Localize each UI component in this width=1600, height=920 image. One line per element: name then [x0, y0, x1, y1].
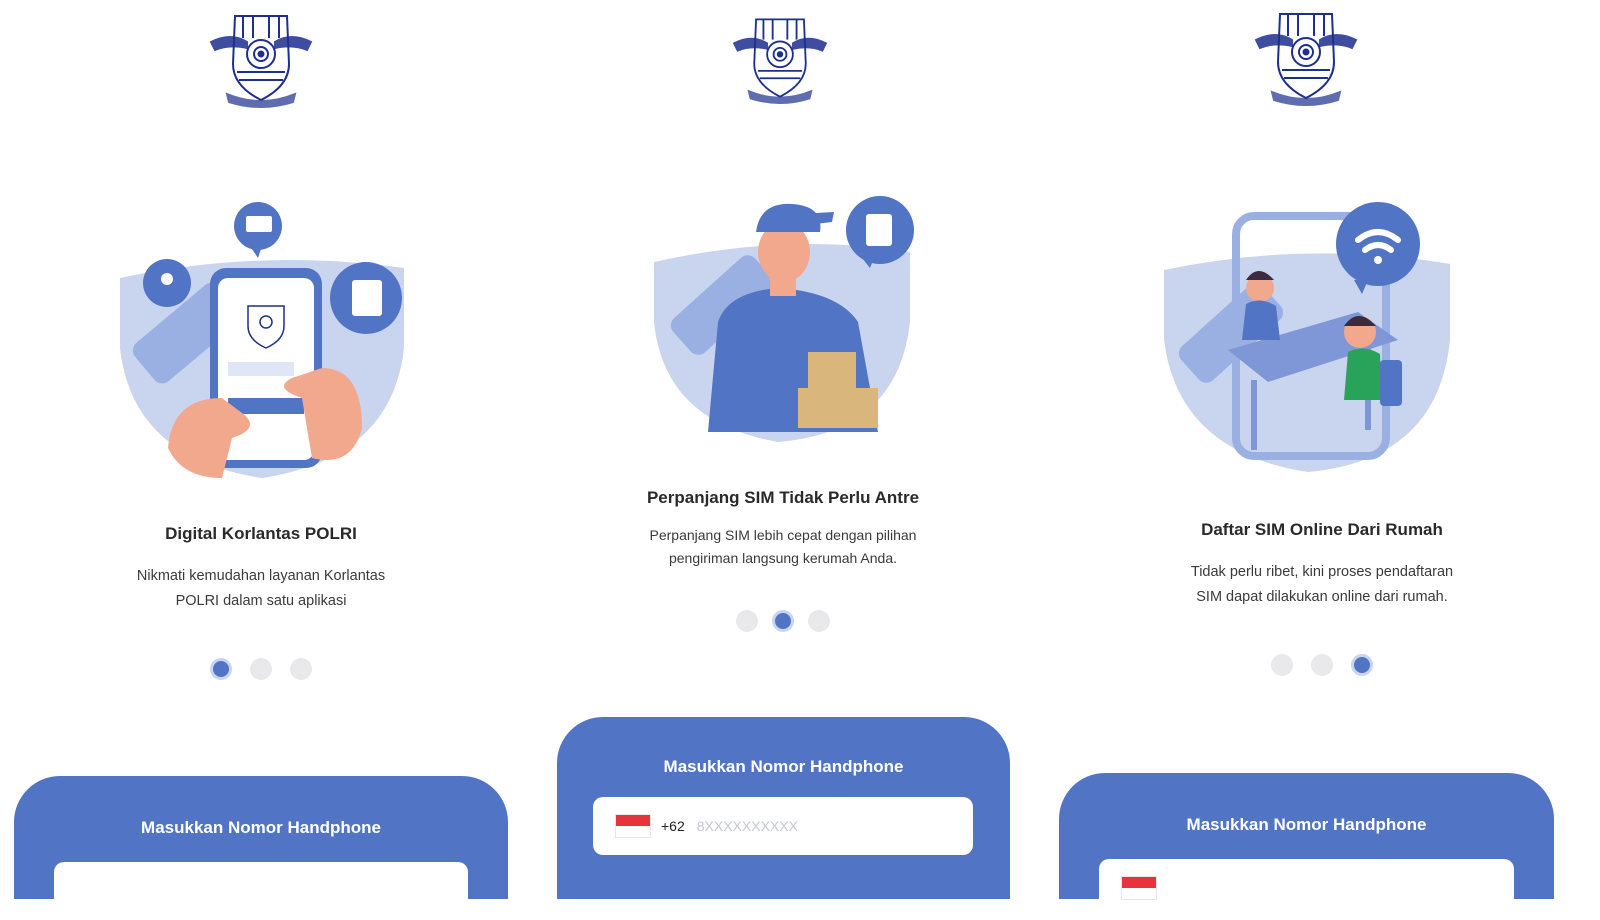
page-dot-3[interactable] — [1351, 654, 1373, 676]
pagination-dots — [0, 658, 522, 680]
courier-illustration — [654, 196, 914, 442]
korlantas-logo-icon — [1254, 13, 1358, 106]
phone-input-field[interactable]: +62 — [593, 797, 973, 855]
screen-description: Perpanjang SIM lebih cepat dengan piliha… — [613, 524, 953, 570]
online-registration-illustration — [1164, 202, 1450, 472]
page-dot-2[interactable] — [250, 658, 272, 680]
screen-description: Nikmati kemudahan layanan Korlantas POLR… — [101, 564, 421, 614]
page-dot-2[interactable] — [772, 610, 794, 632]
panel-title: Masukkan Nomor Handphone — [1186, 815, 1427, 834]
phone-input-field[interactable] — [54, 862, 468, 920]
phone-input-panel: Masukkan Nomor Handphone — [1059, 773, 1554, 917]
description-line: SIM dapat dilakukan online dari rumah. — [1196, 589, 1448, 605]
phone-input-panel: Masukkan Nomor Handphone +62 — [557, 717, 1010, 899]
onboarding-screen-2: Perpanjang SIM Tidak Perlu Antre Perpanj… — [544, 0, 1022, 899]
phone-in-hands-illustration — [120, 202, 404, 478]
indonesia-flag-icon — [1121, 876, 1157, 900]
description-line: pengiriman langsung kerumah Anda. — [668, 550, 898, 566]
screen-description: Tidak perlu ribet, kini proses pendaftar… — [1152, 560, 1492, 610]
page-dot-3[interactable] — [290, 658, 312, 680]
page-dot-2[interactable] — [1311, 654, 1333, 676]
description-line: Tidak perlu ribet, kini proses pendaftar… — [1190, 564, 1454, 580]
page-dot-3[interactable] — [808, 610, 830, 632]
screen-title: Daftar SIM Online Dari Rumah — [1201, 520, 1443, 539]
onboarding-screen-3: Daftar SIM Online Dari Rumah Tidak perlu… — [1044, 0, 1600, 917]
country-code: +62 — [661, 818, 685, 834]
description-line: Perpanjang SIM lebih cepat dengan piliha… — [649, 527, 917, 543]
screen-title: Perpanjang SIM Tidak Perlu Antre — [646, 488, 920, 507]
phone-input-panel: Masukkan Nomor Handphone — [14, 776, 508, 920]
onboarding-screen-1: Digital Korlantas POLRI Nikmati kemudaha… — [0, 0, 522, 920]
description-line: Nikmati kemudahan layanan Korlantas — [136, 568, 386, 584]
panel-title: Masukkan Nomor Handphone — [141, 818, 381, 837]
phone-input-field[interactable] — [1099, 859, 1514, 917]
phone-number-input[interactable] — [694, 817, 899, 835]
korlantas-logo-icon — [732, 18, 828, 104]
pagination-dots — [1044, 654, 1600, 676]
pagination-dots — [544, 610, 1022, 632]
page-dot-1[interactable] — [210, 658, 232, 680]
indonesia-flag-icon — [615, 814, 651, 838]
screen-title: Digital Korlantas POLRI — [165, 524, 357, 543]
description-line: POLRI dalam satu aplikasi — [175, 593, 347, 609]
page-dot-1[interactable] — [1271, 654, 1293, 676]
page-dot-1[interactable] — [736, 610, 758, 632]
panel-title: Masukkan Nomor Handphone — [663, 757, 904, 776]
korlantas-logo-icon — [209, 15, 313, 108]
